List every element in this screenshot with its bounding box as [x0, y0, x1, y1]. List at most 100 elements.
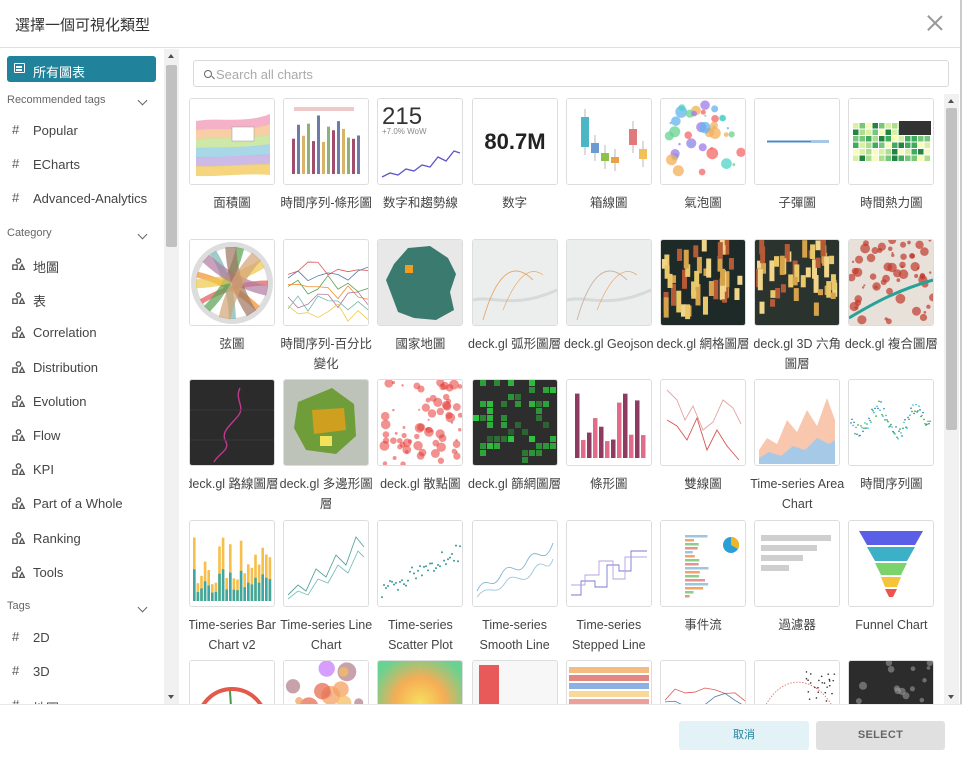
chart-card-label: deck.gl Geojson	[563, 336, 654, 351]
time-series-percent-change-thumbnail[interactable]	[283, 238, 370, 326]
deckgl-scatter-thumbnail[interactable]	[377, 379, 464, 466]
close-icon[interactable]	[924, 12, 946, 34]
chevron-down-icon[interactable]	[137, 602, 148, 613]
deckgl-geojson-thumbnail[interactable]	[565, 238, 652, 326]
scroll-down-arrow-icon[interactable]	[168, 695, 174, 699]
chart-card-label: Funnel Chart	[855, 617, 928, 632]
cancel-button[interactable]: 取消	[679, 721, 809, 750]
sidebar-item-label: Tools	[33, 564, 64, 580]
category-icon	[12, 429, 26, 442]
chart-card-label: 過濾器	[778, 617, 816, 632]
chevron-down-icon[interactable]	[137, 229, 148, 240]
chart-picker-modal: 選擇一個可視化類型 所有圖表 Recommended tags # Popular…	[0, 0, 962, 763]
ts-bar-v2-thumbnail[interactable]	[189, 519, 275, 607]
bullet-chart-thumbnail[interactable]	[754, 98, 841, 185]
country-map-thumbnail[interactable]	[377, 238, 464, 326]
chart-card-label: deck.gl 多邊形圖層	[279, 477, 373, 511]
deckgl-hex-thumbnail[interactable]	[754, 238, 841, 326]
sidebar-item-label: Part of a Whole	[33, 496, 123, 512]
sidebar-item-tag-3d[interactable]: #3D	[0, 661, 163, 683]
svg-text:+7.0% WoW: +7.0% WoW	[382, 127, 427, 136]
deckgl-path-thumbnail[interactable]	[189, 379, 275, 466]
category-header[interactable]: Category	[7, 227, 52, 239]
sidebar-item-category[interactable]: Tools	[0, 562, 163, 584]
chevron-down-icon[interactable]	[137, 95, 148, 106]
scroll-up-arrow-icon[interactable]	[948, 99, 954, 103]
chart-card-label: 雙線圖	[684, 477, 722, 491]
scroll-up-arrow-icon[interactable]	[168, 54, 174, 58]
mapbox-thumbnail[interactable]	[848, 660, 935, 704]
sidebar-item-category[interactable]: Flow	[0, 425, 163, 447]
sidebar-item-tag-2d[interactable]: #2D	[0, 627, 163, 649]
big-number-thumbnail[interactable]: 80.7M	[471, 98, 558, 185]
deckgl-multi-thumbnail[interactable]	[848, 238, 935, 326]
heatmap-thumbnail[interactable]	[377, 660, 464, 704]
dual-line-thumbnail[interactable]	[660, 379, 746, 466]
time-series-thumbnail[interactable]	[848, 379, 935, 466]
search-box[interactable]	[193, 60, 949, 87]
select-button[interactable]: SELECT	[816, 721, 945, 750]
event-flow-thumbnail[interactable]	[660, 519, 746, 607]
ts-line-thumbnail[interactable]	[283, 519, 370, 607]
grid-scrollbar[interactable]	[944, 94, 959, 704]
search-input[interactable]	[216, 65, 936, 83]
sidebar-item-popular[interactable]: # Popular	[0, 120, 163, 142]
chart-card-label: deck.gl 篩網圖層	[468, 477, 562, 491]
sidebar-item-tag-map[interactable]: #地圖	[0, 695, 163, 704]
ts-scatter-thumbnail[interactable]	[377, 519, 464, 607]
big-number-trendline-thumbnail[interactable]: 215 +7.0% WoW	[377, 98, 464, 185]
deckgl-screengrid-thumbnail[interactable]	[471, 379, 558, 466]
sidebar-item-label: Distribution	[33, 359, 99, 375]
chart-card-label: 氣泡圖	[684, 196, 722, 210]
bar-chart-thumbnail[interactable]	[565, 379, 652, 466]
calendar-heatmap-thumbnail[interactable]	[848, 98, 935, 185]
scroll-down-arrow-icon[interactable]	[948, 695, 954, 699]
ts-area-thumbnail[interactable]	[754, 379, 841, 466]
deckgl-grid-thumbnail[interactable]	[660, 238, 746, 326]
sidebar-item-category[interactable]: Correlation	[0, 322, 163, 344]
search-icon	[204, 70, 212, 78]
chord-diagram-thumbnail[interactable]	[189, 238, 275, 326]
category-icon	[12, 565, 26, 578]
sidebar-item-category[interactable]: Ranking	[0, 528, 163, 550]
histogram-thumbnail[interactable]	[471, 660, 558, 704]
chart-card-label: 條形圖	[590, 477, 628, 491]
sidebar-item-advanced-analytics[interactable]: # Advanced-Analytics	[0, 188, 163, 210]
chart-card-label: 國家地圖	[395, 336, 446, 351]
sidebar-item-category[interactable]: Part of a Whole	[0, 493, 163, 515]
deckgl-arc-thumbnail[interactable]	[471, 238, 558, 326]
sidebar-item-category[interactable]: Evolution	[0, 391, 163, 413]
bubble-chart-thumbnail[interactable]	[660, 98, 746, 185]
sidebar-item-all-charts[interactable]: 所有圖表	[7, 56, 156, 82]
chart-card-label: 面積圖	[213, 196, 251, 210]
sidebar-item-label: 所有圖表	[33, 65, 86, 80]
line-multi-thumbnail[interactable]	[660, 660, 746, 704]
chart-card-label: 箱線圖	[590, 196, 628, 210]
sidebar-item-label: Correlation	[33, 325, 97, 341]
deckgl-polygon-thumbnail[interactable]	[283, 379, 370, 466]
filter-box-thumbnail[interactable]	[754, 519, 841, 607]
ts-smooth-thumbnail[interactable]	[471, 519, 558, 607]
sidebar-item-category[interactable]: 地圖	[0, 254, 163, 276]
gauge-thumbnail[interactable]	[189, 660, 275, 704]
sidebar-item-category[interactable]: KPI	[0, 459, 163, 481]
sidebar-item-category[interactable]: Distribution	[0, 357, 163, 379]
scrollbar-thumb[interactable]	[166, 65, 177, 247]
area-chart-thumbnail[interactable]	[189, 98, 275, 185]
scrollbar-thumb[interactable]	[946, 108, 957, 430]
sidebar-item-echarts[interactable]: # ECharts	[0, 154, 163, 176]
sidebar-item-category[interactable]: 表	[0, 288, 163, 310]
ts-stepped-thumbnail[interactable]	[565, 519, 652, 607]
chart-card-label: Time-series Scatter Plot	[387, 617, 453, 652]
chart-card-label: deck.gl 網格圖層	[656, 336, 750, 351]
sidebar-scrollbar[interactable]	[164, 49, 179, 704]
scatter-line-thumbnail[interactable]	[754, 660, 841, 704]
box-plot-thumbnail[interactable]	[565, 98, 652, 185]
time-series-bar-thumbnail[interactable]	[283, 98, 370, 185]
bubble-pack-thumbnail[interactable]	[283, 660, 370, 704]
funnel-chart-thumbnail[interactable]	[848, 519, 935, 607]
sidebar-item-label: 3D	[33, 664, 50, 679]
tags-header[interactable]: Tags	[7, 600, 30, 612]
recommended-tags-header[interactable]: Recommended tags	[7, 94, 105, 106]
horizon-thumbnail[interactable]	[565, 660, 652, 704]
